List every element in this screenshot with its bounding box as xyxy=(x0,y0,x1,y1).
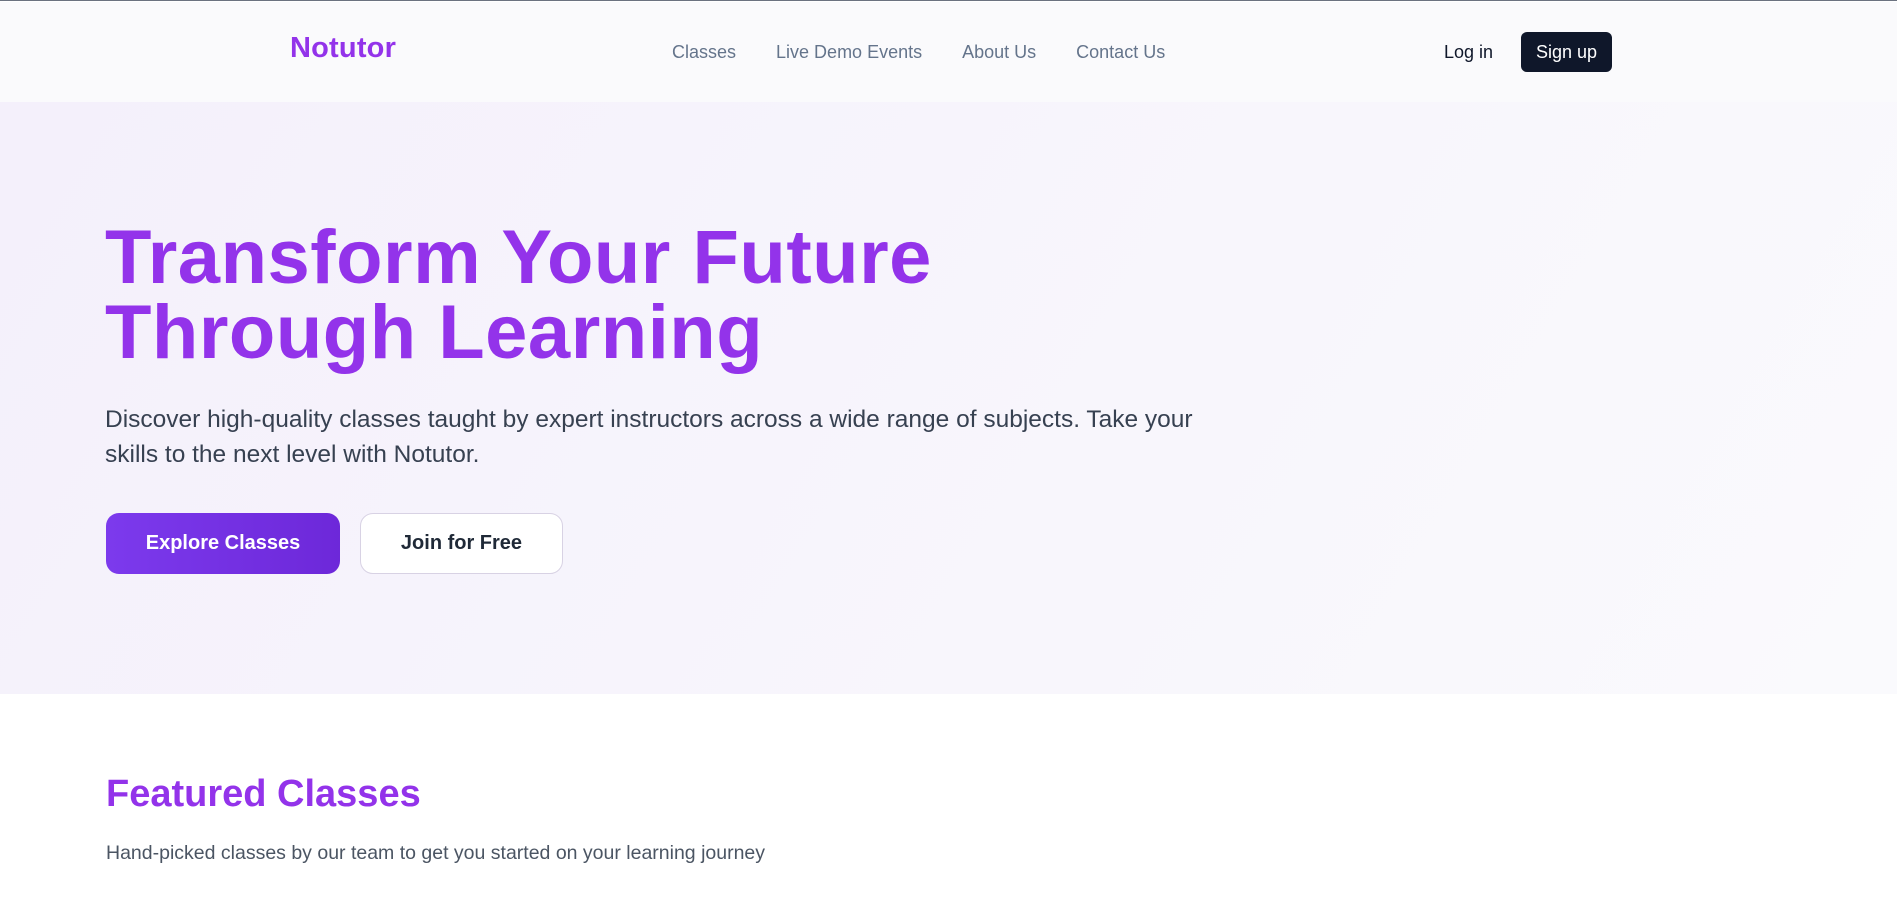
hero-section: Transform Your Future Through Learning D… xyxy=(0,102,1897,694)
hero-title: Transform Your Future Through Learning xyxy=(105,215,1005,375)
site-header: Notutor Classes Live Demo Events About U… xyxy=(0,2,1897,102)
signup-button[interactable]: Sign up xyxy=(1521,32,1612,72)
hero-title-line-1: Transform Your Future xyxy=(105,215,932,300)
hero-title-line-2: Through Learning xyxy=(105,290,764,375)
explore-classes-button[interactable]: Explore Classes xyxy=(106,513,340,574)
nav-item-contact-us[interactable]: Contact Us xyxy=(1076,42,1165,63)
featured-classes-title: Featured Classes xyxy=(106,773,421,815)
featured-classes-subtitle: Hand-picked classes by our team to get y… xyxy=(106,842,766,864)
hero-description: Discover high-quality classes taught by … xyxy=(105,406,1193,468)
nav-item-live-demo-events[interactable]: Live Demo Events xyxy=(776,42,922,63)
main-nav: Classes Live Demo Events About Us Contac… xyxy=(672,42,1205,63)
join-for-free-button[interactable]: Join for Free xyxy=(360,513,563,574)
login-link[interactable]: Log in xyxy=(1444,42,1493,63)
nav-item-about-us[interactable]: About Us xyxy=(962,42,1036,63)
nav-item-classes[interactable]: Classes xyxy=(672,42,736,63)
page: Notutor Classes Live Demo Events About U… xyxy=(0,0,1897,907)
logo[interactable]: Notutor xyxy=(290,32,396,65)
